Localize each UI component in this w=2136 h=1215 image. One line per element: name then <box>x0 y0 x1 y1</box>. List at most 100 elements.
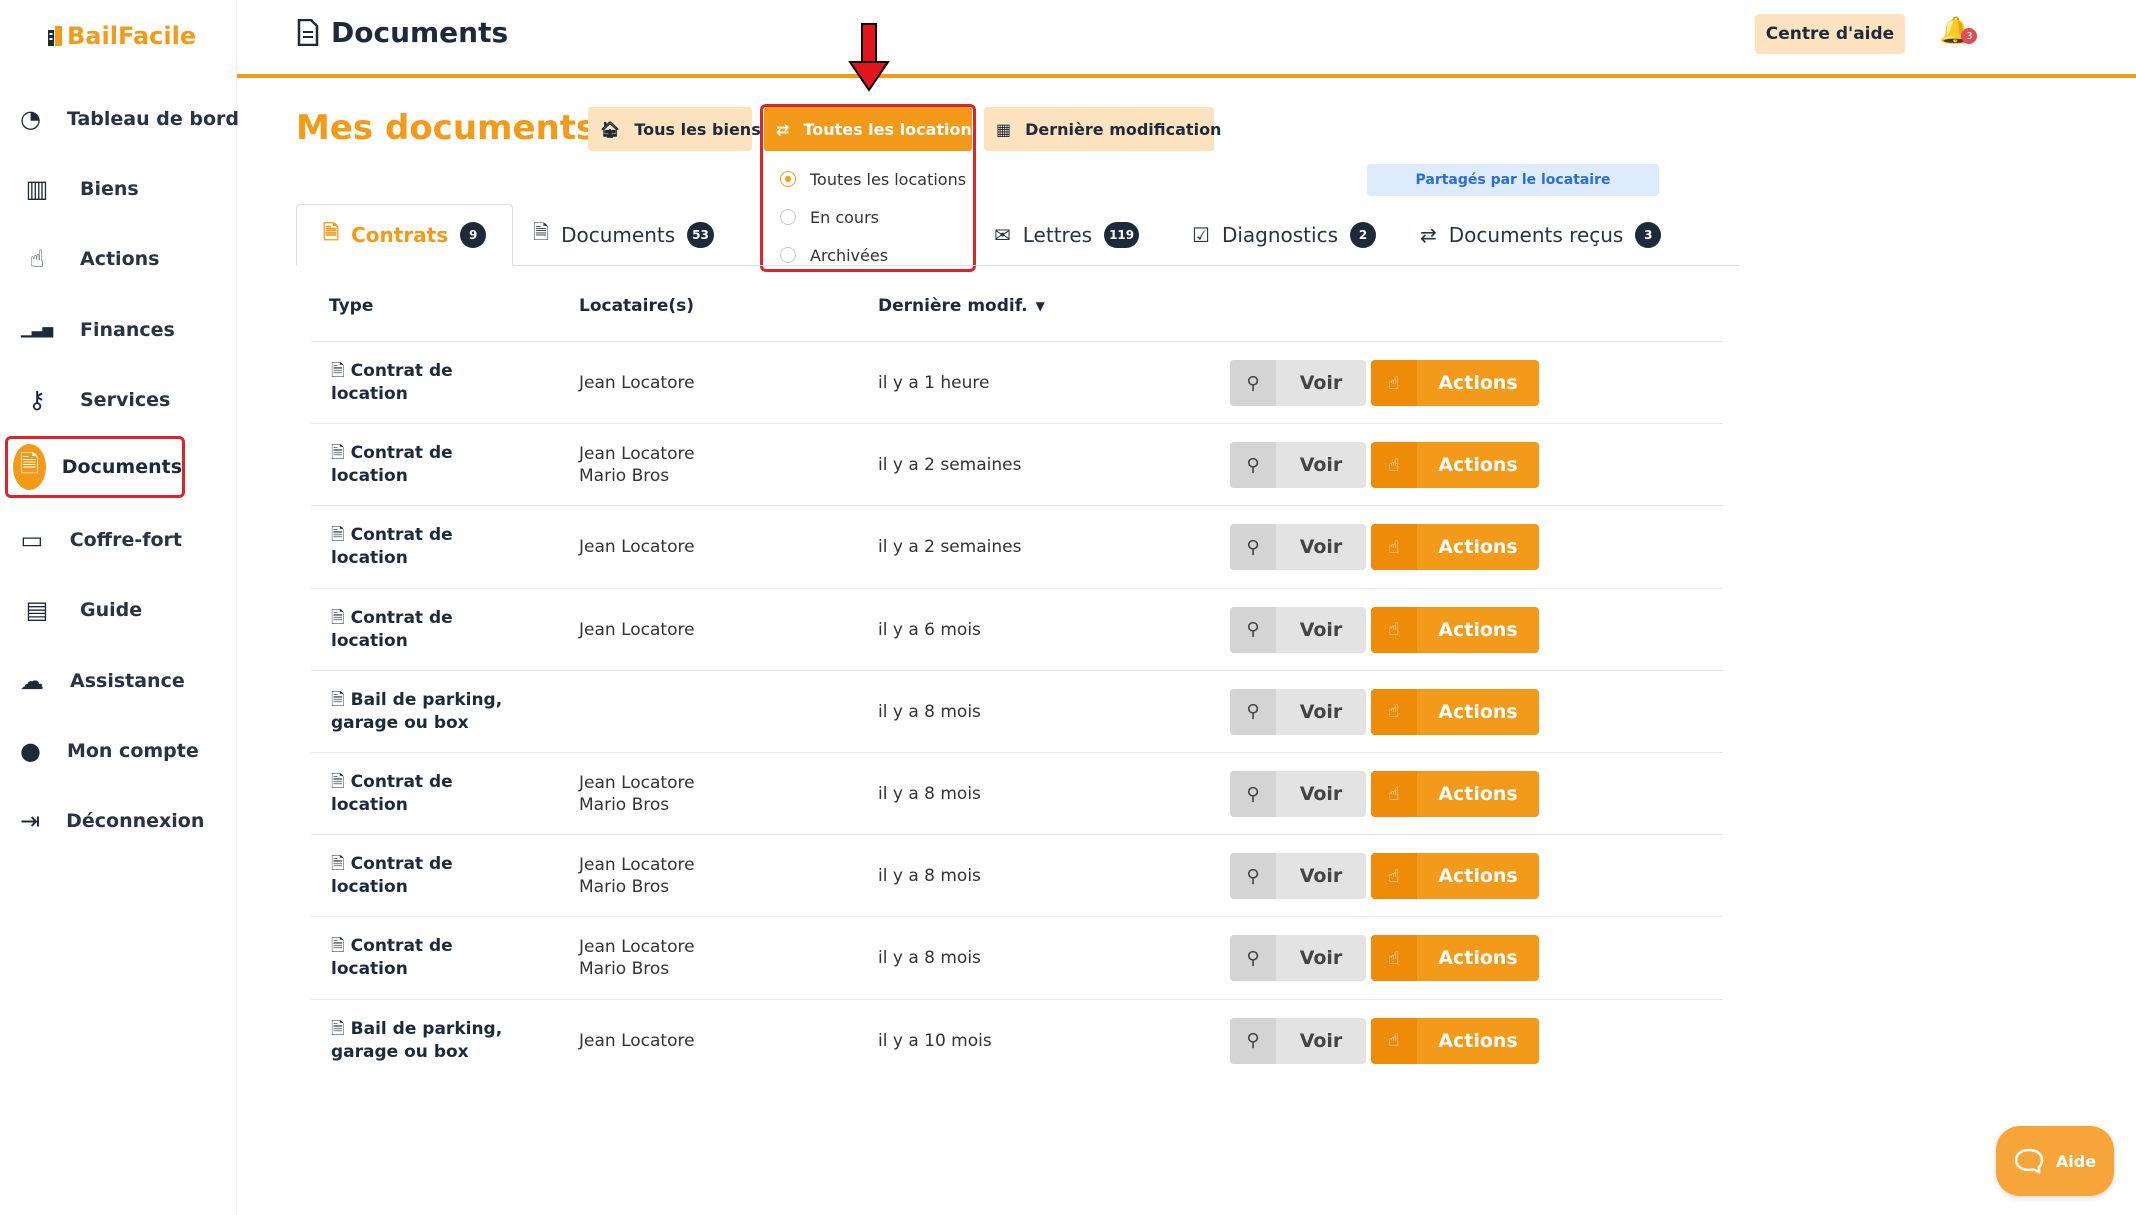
chat-bubble-icon <box>2014 1148 2044 1174</box>
hand-pointer-icon: ☝ <box>29 245 45 274</box>
file-icon: 🗎 <box>331 443 345 464</box>
document-type-cell: 🗎 Contrat de location <box>331 835 521 917</box>
table-row: 🗎 Bail de parking, garage ou box il y a 8 … <box>311 669 1723 752</box>
filter-properties-label: Tous les biens <box>634 119 761 139</box>
sidebar-item-assistance[interactable]: ☁ Assistance <box>10 650 185 712</box>
tenants-cell: Jean Locatore Mario Bros <box>579 917 695 999</box>
radio-button[interactable] <box>780 209 796 225</box>
radio-button[interactable] <box>780 171 796 187</box>
last-modified-cell: il y a 8 mois <box>878 866 981 887</box>
sidebar-item-documents[interactable]: 🗎 Documents <box>5 436 185 498</box>
sidebar-item-d-connexion[interactable]: ⇥ Déconnexion <box>10 790 204 852</box>
brand-logo[interactable]: Bail Facile <box>47 22 196 50</box>
tenants-cell: Jean Locatore <box>579 1000 695 1082</box>
file-icon: 🗎 <box>331 607 345 628</box>
hand-pointer-icon: ☝ <box>1371 688 1417 735</box>
view-button[interactable]: ⚲ Voir <box>1230 935 1366 982</box>
actions-button[interactable]: ☝ Actions <box>1371 442 1539 489</box>
search-icon: ⚲ <box>1230 771 1276 817</box>
file-icon: 🗎 <box>331 361 345 381</box>
document-type-cell: 🗎 Contrat de location <box>331 589 521 671</box>
actions-button[interactable]: ☝ Actions <box>1371 771 1539 817</box>
file-icon <box>297 19 319 46</box>
view-button[interactable]: ⚲ Voir <box>1230 853 1366 900</box>
sidebar-item-label: Services <box>80 388 171 411</box>
sidebar-item-label: Déconnexion <box>66 810 205 832</box>
document-type-label: Bail de parking, garage ou box <box>331 1018 503 1062</box>
filter-properties-button[interactable]: 🏠︎ Tous les biens <box>588 107 761 151</box>
view-button-label: Voir <box>1299 1029 1343 1052</box>
sidebar-item-services[interactable]: ⚷ Services <box>10 369 182 431</box>
tab-diagnostics[interactable]: ☑ Diagnostics 2 <box>1192 204 1376 266</box>
last-modified-cell: il y a 8 mois <box>878 948 981 969</box>
document-type-cell: 🗎 Contrat de location <box>331 917 521 999</box>
table-row: 🗎 Contrat de location Jean Locatore il y a … <box>311 505 1723 587</box>
last-modified-cell: il y a 1 heure <box>878 373 990 393</box>
view-button[interactable]: ⚲ Voir <box>1230 360 1366 406</box>
help-center-button[interactable]: Centre d'aide <box>1755 14 1905 54</box>
help-widget-label: Aide <box>2055 1151 2097 1171</box>
file-icon: 🗎 <box>13 444 46 490</box>
tab-contrats[interactable]: 🗎 Contrats 9 <box>296 204 514 266</box>
column-header-modified[interactable]: Dernière modif. ▼ <box>878 296 1045 316</box>
sidebar-item-coffre-fort[interactable]: ▭ Coffre-fort <box>10 509 183 571</box>
document-type-cell: 🗎 Bail de parking, garage ou box <box>331 1000 521 1082</box>
tab-documents[interactable]: 🗎 Documents 53 <box>533 204 714 266</box>
dashboard-icon: ◔ <box>20 105 41 133</box>
actions-button[interactable]: ☝ Actions <box>1371 1017 1539 1064</box>
calendar-icon: ▦ <box>996 119 1012 139</box>
last-modified-cell: il y a 2 semaines <box>878 537 1022 558</box>
view-button[interactable]: ⚲ Voir <box>1230 442 1366 489</box>
rental-option[interactable]: Archivées <box>780 236 966 274</box>
tab-documents-re-us[interactable]: ⇄ Documents reçus 3 <box>1420 204 1662 266</box>
view-button[interactable]: ⚲ Voir <box>1230 606 1366 653</box>
view-button[interactable]: ⚲ Voir <box>1230 688 1366 735</box>
sidebar-item-mon-compte[interactable]: ● Mon compte <box>10 720 199 782</box>
actions-button-label: Actions <box>1438 372 1518 394</box>
sidebar-item-biens[interactable]: ▥ Biens <box>10 158 182 220</box>
actions-button[interactable]: ☝ Actions <box>1371 935 1539 982</box>
actions-button[interactable]: ☝ Actions <box>1371 606 1539 653</box>
sidebar-item-tableau-de-bord[interactable]: ◔ Tableau de bord <box>10 88 239 150</box>
search-icon: ⚲ <box>1230 524 1276 571</box>
radio-button[interactable] <box>780 247 796 263</box>
rental-option[interactable]: Toutes les locations <box>780 160 966 198</box>
table-row: 🗎 Contrat de location Jean Locatore il y a … <box>311 341 1723 423</box>
view-button[interactable]: ⚲ Voir <box>1230 524 1366 571</box>
rental-option-label: Archivées <box>810 245 889 265</box>
sidebar-item-finances[interactable]: ▁▃▅ Finances <box>10 299 182 361</box>
sort-label: Dernière modification <box>1025 119 1222 139</box>
sort-caret-down-icon: ▼ <box>1035 299 1045 313</box>
logout-icon: ⇥ <box>20 807 41 835</box>
view-button[interactable]: ⚲ Voir <box>1230 1017 1366 1064</box>
document-type-label: Contrat de location <box>331 443 453 487</box>
actions-button[interactable]: ☝ Actions <box>1371 853 1539 900</box>
actions-button-label: Actions <box>1438 1029 1518 1052</box>
sidebar-item-actions[interactable]: ☝ Actions <box>10 228 182 290</box>
actions-button-label: Actions <box>1438 454 1518 477</box>
search-icon: ⚲ <box>1230 688 1276 735</box>
sidebar-item-label: Actions <box>80 248 160 271</box>
help-widget-button[interactable]: Aide <box>1996 1126 2114 1196</box>
actions-button[interactable]: ☝ Actions <box>1371 360 1539 406</box>
rental-option[interactable]: En cours <box>780 198 966 236</box>
actions-button[interactable]: ☝ Actions <box>1371 688 1539 735</box>
tab-lettres[interactable]: ✉ Lettres 119 <box>994 204 1140 266</box>
tab-label: Documents reçus <box>1448 223 1624 247</box>
sort-last-modified-button[interactable]: ▦ Dernière modification <box>984 107 1221 151</box>
tab-count-badge: 3 <box>1635 222 1662 248</box>
book-icon: ▤ <box>25 596 49 625</box>
shared-by-tenant-badge[interactable]: Partagés par le locataire <box>1367 164 1659 196</box>
hand-pointer-icon: ☝ <box>1371 360 1417 406</box>
brand-name-part1: Bail <box>67 22 118 50</box>
last-modified-cell: il y a 10 mois <box>878 1030 992 1051</box>
view-button-label: Voir <box>1299 783 1343 805</box>
actions-button[interactable]: ☝ Actions <box>1371 524 1539 571</box>
document-type-cell: 🗎 Contrat de location <box>331 753 521 835</box>
document-type-label: Contrat de location <box>331 525 453 569</box>
notifications-bell-icon[interactable]: 🔔 3 <box>1939 16 1978 46</box>
sidebar-item-guide[interactable]: ▤ Guide <box>10 579 182 641</box>
last-modified-cell: il y a 6 mois <box>878 619 981 640</box>
page-title: Documents <box>297 16 508 49</box>
view-button[interactable]: ⚲ Voir <box>1230 771 1366 817</box>
